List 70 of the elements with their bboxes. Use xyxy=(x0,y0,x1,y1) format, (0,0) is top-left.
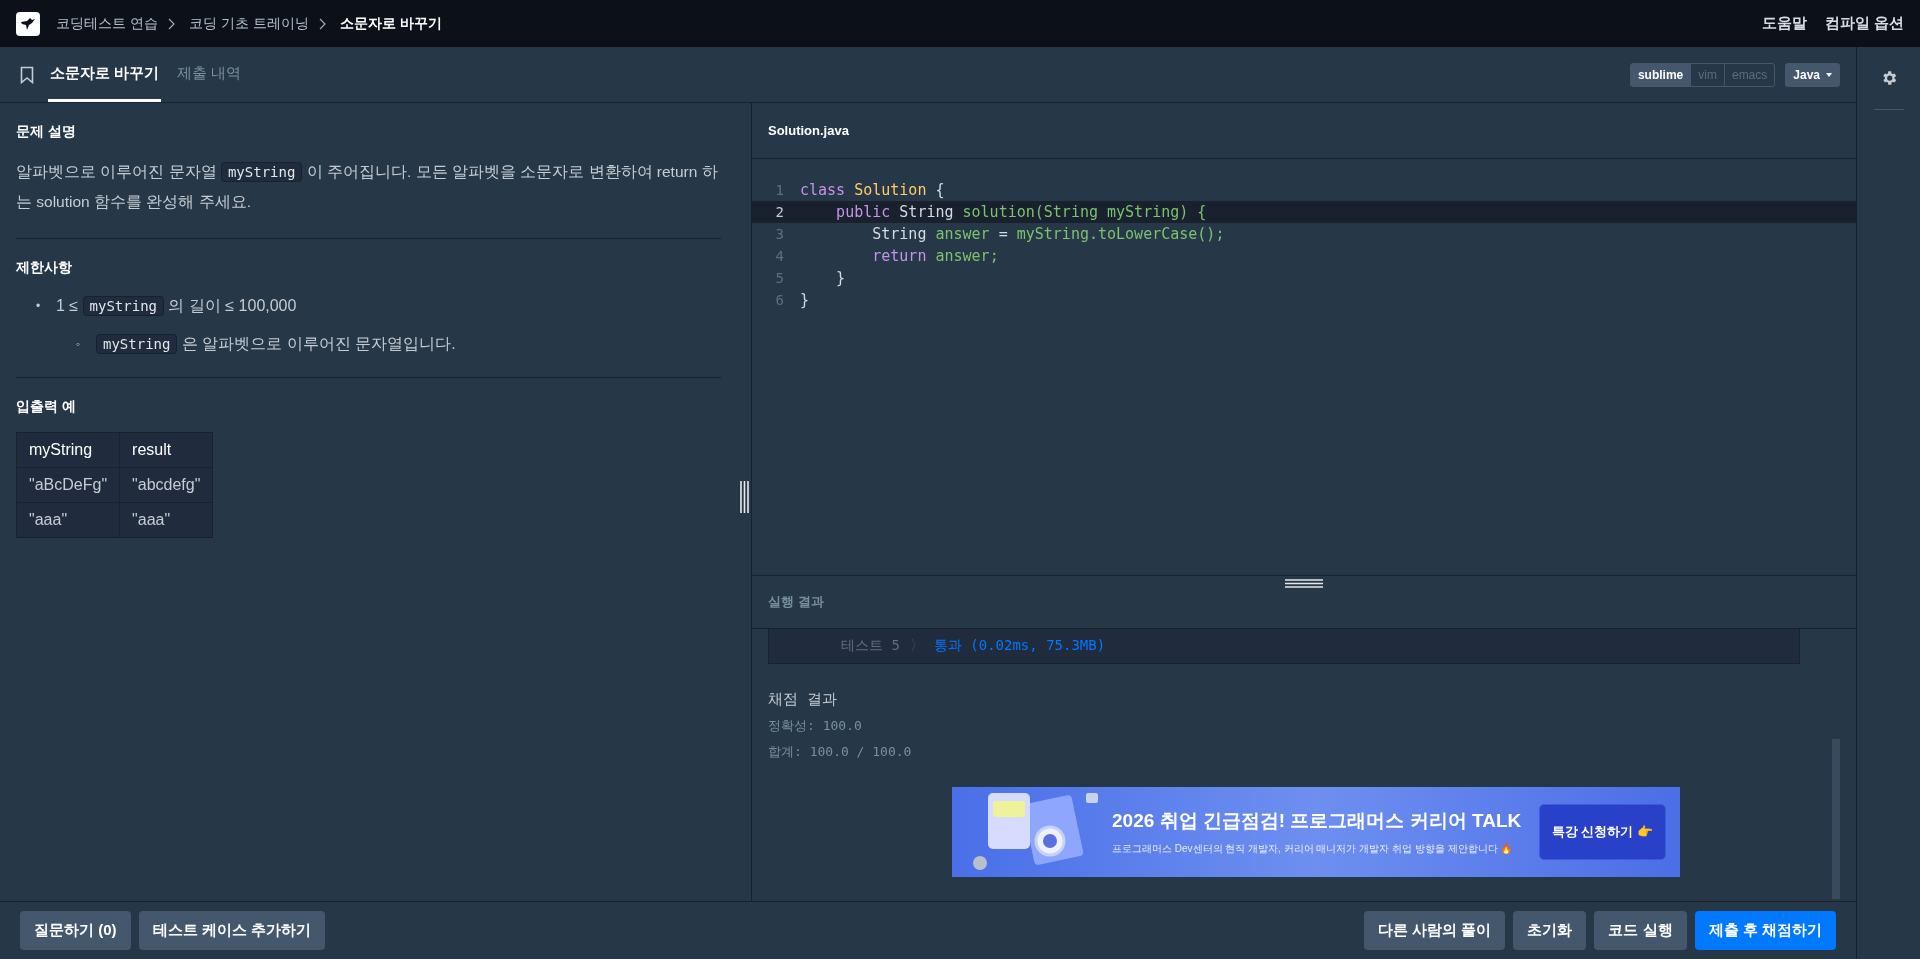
table-cell: "aBcDeFg" xyxy=(16,467,120,503)
logo-icon[interactable] xyxy=(16,11,40,36)
table-cell: "abcdefg" xyxy=(119,467,213,503)
column-header: myString xyxy=(16,432,120,468)
action-button[interactable]: 다른 사람의 풀이 xyxy=(1364,911,1506,950)
tab[interactable]: 제출 내역 xyxy=(175,47,244,102)
breadcrumb-link[interactable]: 소문자로 바꾸기 xyxy=(339,14,442,33)
code-token: public xyxy=(835,203,891,221)
bullet-icon: ◦ xyxy=(76,332,96,356)
bookmark-icon[interactable] xyxy=(20,65,34,84)
code-editor[interactable]: 1 class Solution { 2 public String solution(String myString) { 3 String answer = myString.toLowerCase(); 4 return answer; 5 } 6 } xyxy=(752,159,1856,576)
panel-title: 실행 결과 xyxy=(768,593,824,611)
ad-banner[interactable]: 2026 취업 긴급점검! 프로그래머스 커리어 TALK 프로그래머스 Dev센터의 현직 개발자, 커리어 매니저가 개발자 취업 방향을 제안합니다 🔥 특강 신청하기 👉 xyxy=(952,787,1680,877)
grading-line: 정확성: 100.0 xyxy=(768,717,863,735)
constraint-item: 1 ≤ myString 의 길이 ≤ 100,000 xyxy=(56,295,297,318)
breadcrumb-link[interactable]: 코딩 기초 트레이닝 xyxy=(188,14,309,33)
code-token: solution(String xyxy=(962,203,1098,221)
banner-headline: 2026 취업 긴급점검! 프로그래머스 커리어 TALK xyxy=(1112,809,1523,833)
header-link[interactable]: 도움말 xyxy=(1761,14,1807,33)
keymap-option[interactable]: sublime xyxy=(1630,63,1691,86)
code-token: myString.toLowerCase(); xyxy=(1016,225,1225,243)
code-token: String xyxy=(899,203,954,221)
line-number: 6 xyxy=(774,292,784,308)
table-cell: "aaa" xyxy=(16,502,120,538)
chevron-icon xyxy=(318,17,326,30)
code-token: = xyxy=(998,225,1008,243)
line-number: 2 xyxy=(774,204,784,220)
code-token: answer xyxy=(935,225,990,243)
constraint-item: myString 은 알파벳으로 이루어진 문자열입니다. xyxy=(96,331,456,357)
test-label: 테스트 5 xyxy=(841,637,900,655)
code-token: return xyxy=(871,247,927,265)
banner-subtext: 프로그래머스 Dev센터의 현직 개발자, 커리어 매니저가 개발자 취업 방향을 제안합니다 🔥 xyxy=(1112,842,1514,856)
line-number: 3 xyxy=(774,226,784,242)
action-button[interactable]: 질문하기 (0) xyxy=(20,911,131,950)
section-title: 입출력 예 xyxy=(16,398,77,416)
banner-button[interactable]: 특강 신청하기 👉 xyxy=(1538,804,1666,860)
resize-handle[interactable] xyxy=(740,481,749,513)
line-number: 1 xyxy=(774,182,784,198)
code-token: answer; xyxy=(935,247,999,265)
line-number: 5 xyxy=(774,270,784,286)
table-cell: "aaa" xyxy=(119,502,213,538)
language-dropdown[interactable]: Java xyxy=(1785,62,1840,87)
code-token: myString) { xyxy=(1107,203,1207,221)
section-title: 문제 설명 xyxy=(16,123,77,141)
tab[interactable]: 소문자로 바꾸기 xyxy=(48,47,162,102)
test-result: 통과 (0.02ms, 75.3MB) xyxy=(933,637,1106,655)
action-button[interactable]: 테스트 케이스 추가하기 xyxy=(138,911,325,950)
header-link[interactable]: 컴파일 옵션 xyxy=(1824,14,1904,33)
section-title: 제한사항 xyxy=(16,259,73,277)
action-button[interactable]: 코드 실행 xyxy=(1594,911,1687,950)
code-token: { xyxy=(935,181,945,199)
code-token: } xyxy=(835,269,846,287)
code-token: Solution xyxy=(854,181,927,199)
grading-title: 채점 결과 xyxy=(768,690,839,709)
caret-icon xyxy=(1826,72,1832,77)
code-token: String xyxy=(871,225,927,243)
code-token: } xyxy=(800,291,810,309)
chevron-icon xyxy=(167,17,175,30)
column-header: result xyxy=(119,432,213,468)
grading-line: 합계: 100.0 / 100.0 xyxy=(768,743,913,761)
line-number: 4 xyxy=(774,248,784,264)
separator-icon: 〉 xyxy=(909,637,924,655)
bullet-icon: • xyxy=(36,294,56,318)
breadcrumb-link[interactable]: 코딩테스트 연습 xyxy=(56,14,158,33)
code-token: class xyxy=(800,181,846,199)
action-button[interactable]: 초기화 xyxy=(1513,911,1587,950)
action-button[interactable]: 제출 후 채점하기 xyxy=(1694,911,1836,950)
resize-handle[interactable] xyxy=(1285,579,1323,588)
file-name: Solution.java xyxy=(768,123,849,138)
problem-description: 알파벳으로 이루어진 문자열 myString 이 주어집니다. 모든 알파벳을 소문자로 변환하여 return 하는 solution 함수를 완성해 주세요. xyxy=(16,161,719,212)
